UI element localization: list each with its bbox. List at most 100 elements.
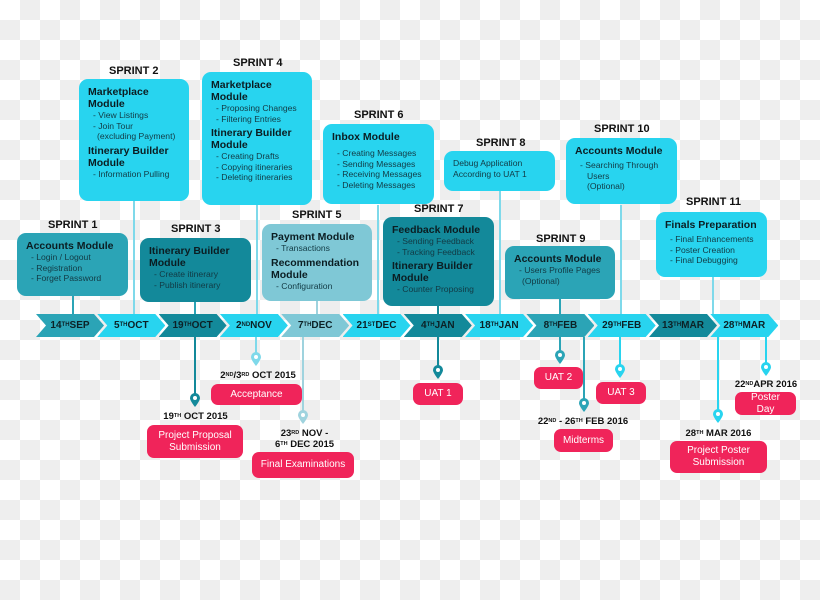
event-date-line: 23RD NOV - — [280, 428, 329, 439]
module-name: Finals Preparation — [665, 219, 757, 231]
connector-proposal — [194, 337, 196, 397]
task-item: - View Listings — [93, 110, 149, 120]
task-item: - Configuration — [276, 280, 333, 291]
map-pin-icon — [555, 350, 565, 364]
connector-sprint3 — [194, 302, 196, 316]
event-uat-1: UAT 1 — [413, 383, 463, 405]
module-name: Itinerary Builder Module — [392, 260, 473, 284]
timeline-date-29-feb: 29 TH FEB — [588, 314, 656, 337]
task-item: - Join Tour — [93, 120, 133, 131]
task-item: - Copying itineraries — [216, 161, 293, 172]
sprint-1-label: SPRINT 1 — [48, 219, 98, 231]
map-pin-icon — [615, 364, 625, 378]
event-date-acceptance: 2ND/3RD OCT 2015 — [220, 370, 296, 381]
task-item: - Poster Creation — [670, 244, 735, 255]
task-item: - Final Debugging — [670, 255, 738, 265]
task-item: - Users Profile Pages — [519, 265, 601, 275]
sprint-1-card: Accounts Module - Login / Logout - Regis… — [17, 233, 128, 296]
connector-sprint9 — [559, 298, 561, 316]
timeline-date-13-mar: 13 TH MAR — [649, 314, 717, 337]
sprint-4-card: Marketplace Module - Proposing Changes -… — [202, 72, 312, 205]
sprint-2-card: Marketplace Module - View Listings - Joi… — [79, 79, 189, 201]
module-name: Marketplace Module — [88, 86, 149, 110]
map-pin-icon — [190, 393, 200, 407]
task-item: - Sending Feedback — [397, 236, 474, 246]
module-name: Accounts Module — [26, 240, 114, 252]
task-item: - Deleting itineraries — [216, 172, 293, 182]
event-midterms: Midterms — [554, 429, 613, 452]
timeline-date-2-nov: 2 ND NOV — [220, 314, 288, 337]
module-name: Marketplace Module — [211, 79, 272, 103]
module-name: Accounts Module — [575, 145, 663, 157]
sprint-note: According to UAT 1 — [453, 169, 527, 179]
task-item: - Receiving Messages — [337, 169, 422, 179]
task-item: (Optional) — [587, 181, 625, 191]
connector-midterms — [583, 337, 585, 402]
connector-sprint8 — [499, 188, 501, 316]
sprint-10-label: SPRINT 10 — [594, 123, 650, 135]
sprint-8-card: Debug Application According to UAT 1 — [444, 151, 555, 191]
task-item: - Publish itinerary — [154, 279, 221, 290]
task-item: - Login / Logout — [31, 252, 91, 262]
sprint-6-label: SPRINT 6 — [354, 109, 404, 121]
task-item: (excluding Payment) — [97, 131, 176, 141]
sprint-5-card: Payment Module - Transactions Recommenda… — [262, 224, 372, 301]
event-final-examinations: Final Examinations — [252, 452, 354, 478]
sprint-3-card: Itinerary Builder Module - Create itiner… — [140, 238, 251, 302]
task-item: - Create itinerary — [154, 269, 218, 279]
sprint-6-card: Inbox Module - Creating Messages - Sendi… — [323, 124, 434, 204]
sprint-10-card: Accounts Module - Searching Through User… — [566, 138, 677, 204]
task-item: - Registration — [31, 262, 83, 273]
task-item: - Sending Messages — [337, 158, 416, 169]
module-name: Payment Module — [271, 231, 355, 243]
module-name: Itinerary Builder Module — [211, 127, 292, 151]
event-uat-3: UAT 3 — [596, 382, 646, 404]
timeline-date-28-mar: 28 TH MAR — [710, 314, 778, 337]
connector-sprint5 — [316, 300, 318, 316]
task-item: - Transactions — [276, 243, 330, 253]
timeline-date-5-oct: 5 TH OCT — [97, 314, 165, 337]
task-item: Users — [587, 170, 610, 181]
event-date-midterms: 22ND - 26TH FEB 2016 — [537, 416, 629, 427]
map-pin-icon — [761, 362, 771, 376]
connector-sprint4 — [256, 205, 258, 320]
sprint-2-label: SPRINT 2 — [109, 65, 159, 77]
map-pin-icon — [251, 352, 261, 366]
sprint-7-card: Feedback Module - Sending Feedback - Tra… — [383, 217, 494, 306]
sprint-8-label: SPRINT 8 — [476, 137, 526, 149]
event-poster-day: Poster Day — [735, 392, 796, 415]
timeline-date-21-dec: 21 ST DEC — [343, 314, 411, 337]
connector-sprint1 — [72, 295, 74, 315]
timeline-date-4-jan: 4 TH JAN — [404, 314, 472, 337]
event-date-poster-sub: 28TH MAR 2016 — [685, 428, 752, 439]
sprint-11-label: SPRINT 11 — [686, 196, 742, 208]
sprint-11-card: Finals Preparation - Final Enhancements … — [656, 212, 767, 277]
task-item: (Optional) — [522, 275, 560, 286]
task-item: - Proposing Changes — [216, 103, 297, 113]
task-item: - Searching Through — [580, 160, 659, 170]
timeline-date-8-feb: 8 TH FEB — [526, 314, 594, 337]
event-uat-2: UAT 2 — [534, 367, 583, 389]
sprint-3-label: SPRINT 3 — [171, 223, 221, 235]
connector-sprint10 — [620, 205, 622, 317]
event-project-proposal: Project Proposal Submission — [147, 425, 243, 458]
map-pin-icon — [579, 398, 589, 412]
event-date-line: 6TH DEC 2015 — [274, 439, 335, 450]
task-item: - Tracking Feedback — [397, 246, 475, 257]
module-name: Accounts Module — [514, 253, 602, 265]
timeline-date-19-oct: 19 TH OCT — [159, 314, 227, 337]
task-item: - Filtering Entries — [216, 113, 281, 124]
module-name: Feedback Module — [392, 224, 481, 236]
sprint-note: Debug Application — [453, 158, 523, 168]
sprint-9-label: SPRINT 9 — [536, 233, 586, 245]
task-item: - Creating Drafts — [216, 151, 280, 161]
sprint-7-label: SPRINT 7 — [414, 203, 464, 215]
event-date-proposal: 19TH OCT 2015 — [163, 411, 228, 422]
module-name: Recommendation Module — [271, 256, 360, 281]
task-item: - Final Enhancements — [670, 234, 754, 244]
timeline-date-18-jan: 18 TH JAN — [465, 314, 533, 337]
event-date-poster-day: 22NDAPR 2016 — [734, 379, 798, 390]
module-name: Itinerary Builder Module — [88, 144, 169, 169]
connector-sprint2 — [133, 200, 135, 315]
module-name: Itinerary Builder Module — [149, 245, 230, 269]
